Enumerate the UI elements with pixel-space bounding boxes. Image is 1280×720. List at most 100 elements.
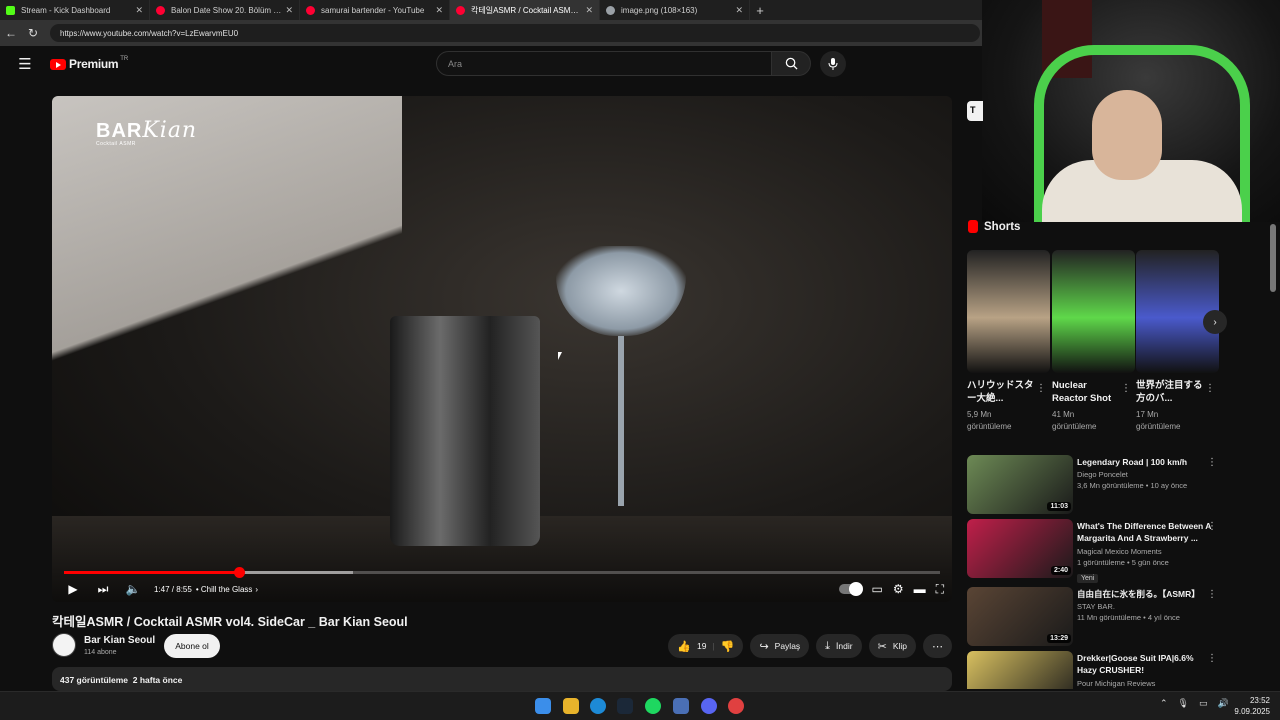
recommended-thumbnail[interactable]: 11:03 (967, 455, 1073, 514)
speaker-icon[interactable]: 🔊 (1218, 698, 1229, 709)
short-views-unit: görüntüleme (1136, 421, 1181, 431)
browser-tab-balon[interactable]: Balon Date Show 20. Bölüm ( ATEŞ ✕ (150, 0, 300, 20)
subtitles-icon[interactable]: ▭ (871, 582, 882, 596)
discord-icon[interactable] (701, 698, 717, 714)
address-bar: ← ↻ https://www.youtube.com/watch?v=LzEw… (0, 20, 982, 46)
microphone-icon[interactable]: 🎙 (1178, 698, 1189, 709)
autoplay-toggle[interactable] (839, 582, 864, 596)
recommended-video[interactable]: Drekker|Goose Suit IPA|6.6% Hazy CRUSHER… (967, 651, 1225, 689)
short-item[interactable]: ハリウッドスター大絶... 5,9 Mn görüntüleme ⋮ (967, 250, 1050, 433)
short-title[interactable]: 世界が注目する方のバ... (1136, 379, 1206, 406)
network-icon[interactable]: ▭ (1199, 698, 1208, 709)
progress-bar[interactable] (64, 567, 940, 578)
browser-tabbar: Stream - Kick Dashboard ✕ Balon Date Sho… (0, 0, 982, 20)
next-icon[interactable]: ⏭ (88, 582, 118, 597)
more-vertical-icon[interactable]: ⋮ (1205, 383, 1215, 394)
short-title[interactable]: ハリウッドスター大絶... (967, 379, 1037, 406)
short-thumbnail[interactable] (967, 250, 1050, 373)
more-vertical-icon[interactable]: ⋮ (1207, 653, 1217, 664)
theater-mode-icon[interactable]: ▬ (914, 582, 926, 596)
browser-tab-cocktail[interactable]: 칵테일ASMR / Cocktail ASMR vol4. ✕ (450, 0, 600, 20)
recommended-thumbnail[interactable] (967, 651, 1073, 689)
search-input[interactable]: Ara (436, 51, 772, 76)
description-box[interactable]: 437 görüntüleme 2 hafta önce (52, 667, 952, 691)
clip-button[interactable]: ✂ Klip (868, 634, 916, 658)
url-field[interactable]: https://www.youtube.com/watch?v=LzEwarvm… (50, 24, 980, 42)
recommended-title[interactable]: Drekker|Goose Suit IPA|6.6% Hazy CRUSHER… (1077, 652, 1213, 677)
thumbs-down-icon[interactable]: 👎 (721, 640, 735, 653)
short-thumbnail[interactable] (1052, 250, 1135, 373)
chevron-right-icon[interactable]: › (255, 585, 258, 594)
play-icon[interactable]: ▶ (58, 582, 88, 596)
chevron-up-icon[interactable]: ⌃ (1160, 698, 1168, 709)
chrome-icon[interactable] (728, 698, 744, 714)
channel-row: Bar Kian Seoul 114 abone Abone ol 👍 19 |… (52, 633, 952, 659)
thumbs-up-icon[interactable]: 👍 (677, 640, 691, 653)
sidebar-chip[interactable]: T (967, 101, 983, 121)
hamburger-menu-icon[interactable]: ☰ (0, 55, 50, 73)
close-icon[interactable]: ✕ (135, 5, 143, 16)
short-thumbnail[interactable] (1136, 250, 1219, 373)
more-vertical-icon[interactable]: ⋮ (1036, 383, 1046, 394)
more-vertical-icon[interactable]: ⋮ (1207, 457, 1217, 468)
spotify-icon[interactable] (645, 698, 661, 714)
like-count[interactable]: 19 (697, 641, 706, 651)
recommended-title[interactable]: Legendary Road | 100 km/h (1077, 456, 1213, 468)
close-icon[interactable]: ✕ (735, 5, 743, 16)
back-icon[interactable]: ← (0, 26, 22, 40)
recommended-thumbnail[interactable]: 13:29 (967, 587, 1073, 646)
recommended-title[interactable]: 自由自在に氷を削る。【ASMR】 (1077, 588, 1213, 600)
more-vertical-icon[interactable]: ⋮ (1121, 383, 1131, 394)
search-button[interactable] (771, 51, 811, 76)
recommended-channel[interactable]: Pour Michigan Reviews (1077, 679, 1213, 688)
recommended-title[interactable]: What's The Difference Between A Margarit… (1077, 520, 1213, 545)
browser-tab-kick[interactable]: Stream - Kick Dashboard ✕ (0, 0, 150, 20)
browser-tab-samurai[interactable]: samurai bartender - YouTube ✕ (300, 0, 450, 20)
recommended-video[interactable]: 2:40 What's The Difference Between A Mar… (967, 519, 1225, 583)
video-duration: 11:03 (1047, 502, 1071, 511)
close-icon[interactable]: ✕ (285, 5, 293, 16)
steam-icon[interactable] (617, 698, 633, 714)
more-vertical-icon[interactable]: ⋮ (1207, 589, 1217, 600)
chapter-title[interactable]: • Chill the Glass (196, 585, 253, 594)
edge-browser-icon[interactable] (590, 698, 606, 714)
voice-search-button[interactable] (820, 51, 846, 77)
subscribe-button[interactable]: Abone ol (164, 634, 220, 658)
share-button[interactable]: ↪ Paylaş (750, 634, 810, 658)
more-actions-button[interactable]: ⋯ (923, 634, 952, 658)
short-item[interactable]: Nuclear Reactor Shot 41 Mn görüntüleme ⋮ (1052, 250, 1135, 433)
recommended-channel[interactable]: STAY BAR. (1077, 602, 1213, 611)
channel-name[interactable]: Bar Kian Seoul (84, 635, 155, 646)
close-icon[interactable]: ✕ (585, 5, 593, 16)
more-vertical-icon[interactable]: ⋮ (1207, 521, 1217, 532)
reload-icon[interactable]: ↻ (22, 26, 44, 40)
video-player[interactable]: BARKian Cocktail ASMR ▶ ⏭ 🔈 1:47 / 8:55 … (52, 96, 952, 602)
channel-avatar[interactable] (52, 633, 76, 657)
recommended-thumbnail[interactable]: 2:40 (967, 519, 1073, 578)
settings-gear-icon[interactable]: ⚙ (893, 582, 904, 596)
browser-tab-image[interactable]: image.png (108×163) ✕ (600, 0, 750, 20)
windows-start-icon[interactable] (535, 698, 551, 714)
clock-date: 9.09.2025 (1234, 706, 1270, 716)
new-tab-icon[interactable]: + (750, 3, 770, 18)
video-frame-glass-stem (618, 336, 624, 506)
file-explorer-icon[interactable] (563, 698, 579, 714)
short-title[interactable]: Nuclear Reactor Shot (1052, 379, 1122, 406)
recommended-channel[interactable]: Magical Mexico Moments (1077, 547, 1213, 556)
volume-icon[interactable]: 🔈 (118, 582, 148, 596)
recommended-video[interactable]: 13:29 自由自在に氷を削る。【ASMR】 STAY BAR. 11 Mn g… (967, 587, 1225, 647)
time-display: 1:47 / 8:55 (154, 584, 192, 594)
short-item[interactable]: 世界が注目する方のバ... 17 Mn görüntüleme ⋮ (1136, 250, 1219, 433)
recommended-video[interactable]: 11:03 Legendary Road | 100 km/h Diego Po… (967, 455, 1225, 515)
scissors-icon: ✂ (877, 640, 887, 653)
close-icon[interactable]: ✕ (435, 5, 443, 16)
download-button[interactable]: ⤓ İndir (816, 634, 862, 658)
shorts-next-button[interactable]: › (1203, 310, 1227, 334)
mouse-cursor-icon (558, 352, 566, 360)
youtube-logo[interactable]: Premium TR (50, 56, 128, 71)
recommended-channel[interactable]: Diego Poncelet (1077, 470, 1213, 479)
app-icon[interactable] (673, 698, 689, 714)
sidebar-scrollbar[interactable] (1270, 224, 1276, 292)
fullscreen-icon[interactable]: ⛶ (936, 582, 944, 597)
system-clock[interactable]: 23:52 9.09.2025 (1234, 696, 1270, 718)
